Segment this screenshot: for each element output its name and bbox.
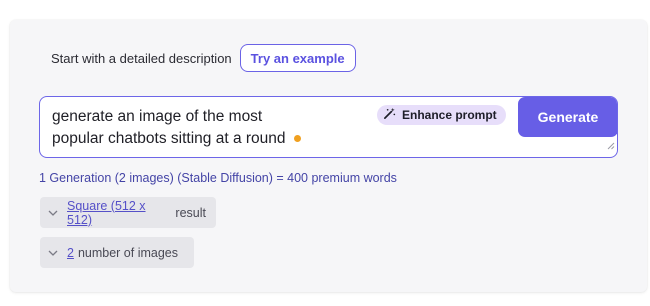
prompt-line-1: generate an image of the most (52, 108, 263, 125)
cursor-dot (293, 135, 301, 143)
intro-label: Start with a detailed description (51, 50, 232, 66)
generate-button[interactable]: Generate (518, 97, 617, 137)
size-value-link[interactable]: Square (512 x 512) (67, 199, 171, 227)
count-suffix: number of images (77, 245, 179, 260)
prompt-line-2: popular chatbots sitting at a round (52, 130, 286, 147)
size-option-dropdown[interactable]: Square (512 x 512) result (40, 197, 216, 228)
image-count-dropdown[interactable]: 2 number of images (40, 237, 194, 268)
chevron-down-icon (48, 210, 58, 216)
generator-card: Start with a detailed description Try an… (10, 20, 647, 292)
prompt-text[interactable]: generate an image of the most popular ch… (52, 106, 372, 150)
enhance-prompt-label: Enhance prompt (402, 108, 497, 122)
size-suffix: result (175, 205, 206, 220)
chevron-down-icon (48, 250, 58, 256)
prompt-input[interactable]: generate an image of the most popular ch… (39, 96, 618, 158)
magic-wand-icon (383, 107, 396, 123)
enhance-prompt-button[interactable]: Enhance prompt (377, 105, 506, 125)
prompt-line-2-wrap: popular chatbots sitting at a round (52, 128, 372, 150)
count-value-link[interactable]: 2 (67, 246, 74, 260)
intro-row: Start with a detailed description Try an… (51, 44, 356, 72)
cost-info: 1 Generation (2 images) (Stable Diffusio… (39, 171, 397, 185)
resize-handle-icon[interactable] (607, 137, 615, 155)
try-example-button[interactable]: Try an example (239, 44, 356, 72)
